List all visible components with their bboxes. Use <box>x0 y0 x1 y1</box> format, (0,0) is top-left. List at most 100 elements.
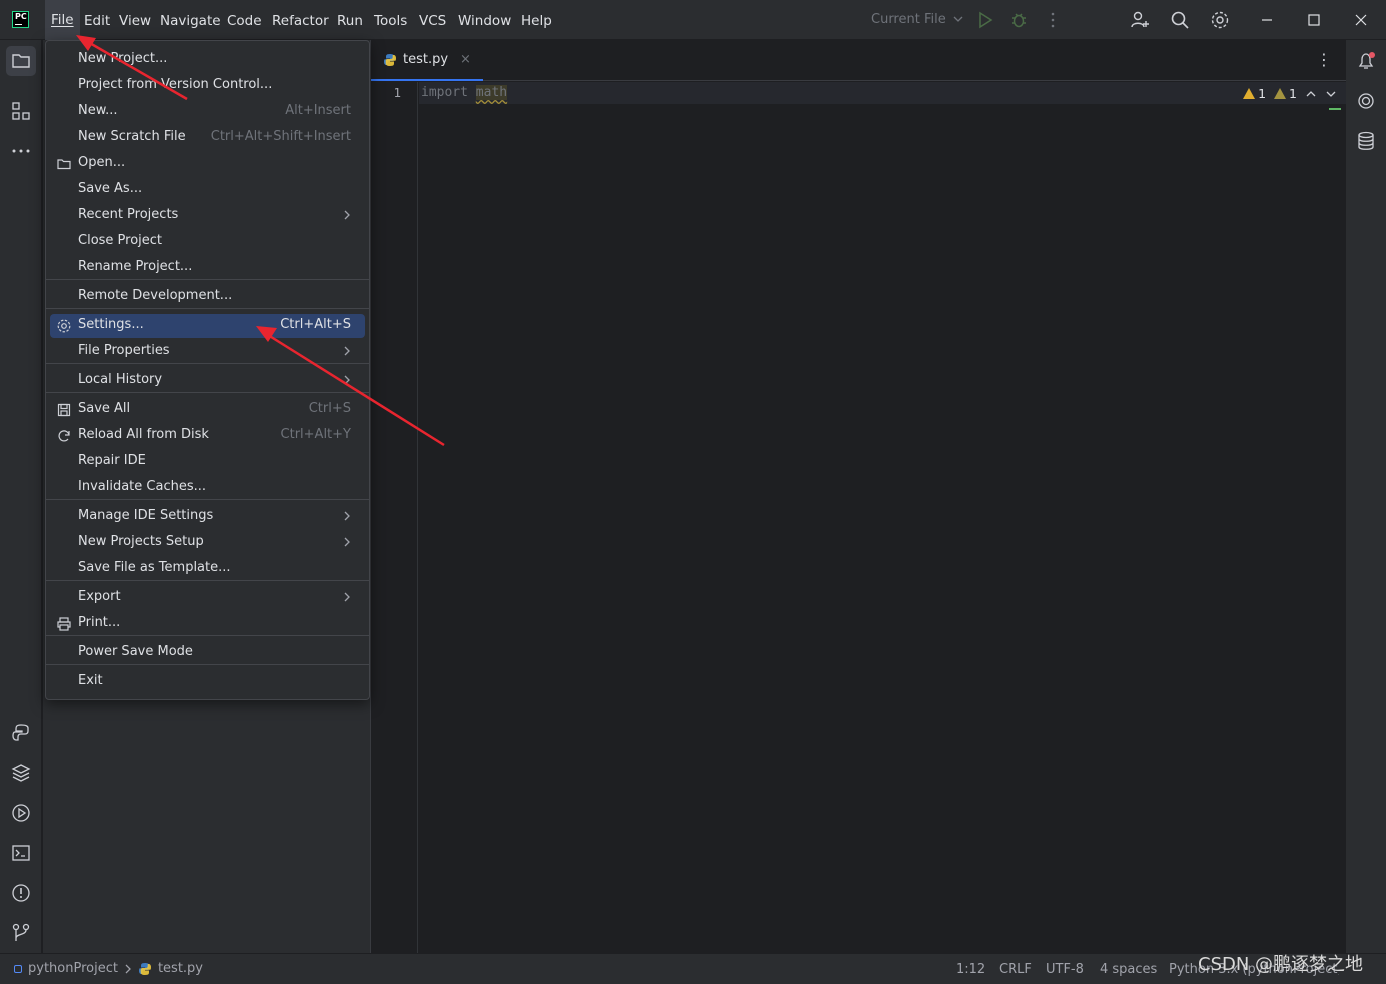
warnings-count[interactable]: 1 <box>1243 86 1266 101</box>
tab-test-py[interactable]: test.py × <box>371 40 483 81</box>
submenu-chevron-right-icon <box>344 511 350 521</box>
more-horizontal-icon[interactable] <box>10 140 32 162</box>
menu-help[interactable]: Help <box>521 12 552 30</box>
folder-icon <box>12 54 30 68</box>
file-menu: New Project... Project from Version Contr… <box>45 40 370 700</box>
menu-item-exit[interactable]: Exit <box>50 670 365 694</box>
menu-item-open[interactable]: Open... <box>50 152 365 176</box>
menu-item-reload-all-from-disk[interactable]: Reload All from Disk Ctrl+Alt+Y <box>50 424 365 448</box>
menu-item-remote-development[interactable]: Remote Development... <box>50 285 365 309</box>
code-keyword: import <box>421 85 468 100</box>
reload-icon <box>58 430 70 442</box>
close-icon[interactable] <box>1351 10 1371 30</box>
submenu-chevron-right-icon <box>344 537 350 547</box>
scrollbar-marker <box>1329 108 1341 110</box>
add-user-icon[interactable] <box>1130 10 1150 30</box>
menu-item-rename-project[interactable]: Rename Project... <box>50 256 365 280</box>
left-tool-strip <box>0 40 42 953</box>
structure-icon[interactable] <box>10 100 32 122</box>
project-tool-button[interactable] <box>6 46 36 76</box>
menu-item-new-projects-setup[interactable]: New Projects Setup <box>50 531 365 555</box>
menu-item-close-project[interactable]: Close Project <box>50 230 365 254</box>
tab-close-icon[interactable]: × <box>460 52 471 67</box>
menu-item-print[interactable]: Print... <box>50 612 365 636</box>
right-tool-strip <box>1345 40 1386 953</box>
database-icon[interactable] <box>1355 130 1377 152</box>
menu-file[interactable]: File <box>45 0 80 40</box>
chevron-right-icon <box>125 964 131 973</box>
indent-setting[interactable]: 4 spaces <box>1100 962 1157 977</box>
next-highlight-icon[interactable] <box>1325 89 1337 99</box>
menu-item-power-save-mode[interactable]: Power Save Mode <box>50 641 365 665</box>
menu-code[interactable]: Code <box>227 12 262 30</box>
menu-vcs[interactable]: VCS <box>419 12 446 30</box>
ai-assistant-icon[interactable] <box>1355 90 1377 112</box>
weak-warnings-count[interactable]: 1 <box>1274 86 1297 101</box>
run-config-selector[interactable]: Current File <box>871 12 963 27</box>
python-file-icon <box>138 962 151 975</box>
minimize-icon[interactable] <box>1257 10 1277 30</box>
menu-item-label: Save File as Template... <box>78 560 231 575</box>
menu-separator <box>46 363 369 364</box>
menu-item-file-properties[interactable]: File Properties <box>50 340 365 364</box>
menu-item-label: Open... <box>78 155 126 170</box>
menu-item-save-as[interactable]: Save As... <box>50 178 365 202</box>
menu-item-label: Save All <box>78 401 131 416</box>
services-icon[interactable] <box>10 802 32 824</box>
menu-item-project-from-version-control[interactable]: Project from Version Control... <box>50 74 365 98</box>
menu-item-settings[interactable]: Settings... Ctrl+Alt+S <box>50 314 365 338</box>
menu-item-manage-ide-settings[interactable]: Manage IDE Settings <box>50 505 365 529</box>
menu-item-label: Save As... <box>78 181 143 196</box>
menu-item-label: Repair IDE <box>78 453 146 468</box>
submenu-chevron-right-icon <box>344 592 350 602</box>
previous-highlight-icon[interactable] <box>1305 89 1317 99</box>
line-number-gutter: 1 <box>371 82 418 953</box>
menu-item-label: New Projects Setup <box>78 534 204 549</box>
terminal-icon[interactable] <box>10 842 32 864</box>
menu-item-save-file-as-template[interactable]: Save File as Template... <box>50 557 365 581</box>
problems-icon[interactable] <box>10 882 32 904</box>
settings-gear-icon[interactable] <box>1210 10 1230 30</box>
menu-item-save-all[interactable]: Save All Ctrl+S <box>50 398 365 422</box>
menu-separator <box>46 635 369 636</box>
more-vertical-icon[interactable] <box>1043 10 1063 30</box>
save-icon <box>57 403 71 417</box>
search-icon[interactable] <box>1170 10 1190 30</box>
tab-options-more-icon[interactable]: ⋮ <box>1316 52 1332 68</box>
debug-icon[interactable] <box>1009 10 1029 30</box>
menu-separator <box>46 279 369 280</box>
caret-position[interactable]: 1:12 <box>956 962 985 977</box>
line-separator[interactable]: CRLF <box>999 962 1032 977</box>
menu-tools[interactable]: Tools <box>374 12 407 30</box>
breadcrumb-file[interactable]: test.py <box>158 961 203 976</box>
menu-item-label: New Project... <box>78 51 168 66</box>
breadcrumb-project[interactable]: pythonProject <box>28 961 118 976</box>
menu-navigate[interactable]: Navigate <box>160 12 221 30</box>
inspection-widget[interactable]: 1 1 <box>1243 86 1337 101</box>
maximize-icon[interactable] <box>1304 10 1324 30</box>
menu-refactor[interactable]: Refactor <box>272 12 329 30</box>
menu-item-new[interactable]: New... Alt+Insert <box>50 100 365 124</box>
menu-item-new-scratch-file[interactable]: New Scratch File Ctrl+Alt+Shift+Insert <box>50 126 365 150</box>
menu-view[interactable]: View <box>119 12 151 30</box>
menu-item-invalidate-caches[interactable]: Invalidate Caches... <box>50 476 365 500</box>
menu-edit[interactable]: Edit <box>84 12 110 30</box>
git-branch-icon[interactable] <box>10 922 32 944</box>
menu-item-repair-ide[interactable]: Repair IDE <box>50 450 365 474</box>
menu-item-export[interactable]: Export <box>50 586 365 610</box>
menu-item-new-project[interactable]: New Project... <box>50 48 365 72</box>
file-encoding[interactable]: UTF-8 <box>1046 962 1084 977</box>
status-bar: pythonProject test.py 1:12 CRLF UTF-8 4 … <box>0 953 1386 984</box>
menu-run[interactable]: Run <box>337 12 363 30</box>
editor-area[interactable]: test.py × ⋮ 1 import math 1 1 <box>370 40 1346 953</box>
menu-separator <box>46 580 369 581</box>
layers-icon[interactable] <box>10 762 32 784</box>
menu-item-recent-projects[interactable]: Recent Projects <box>50 204 365 228</box>
menu-item-label: Settings... <box>78 317 144 332</box>
menu-item-local-history[interactable]: Local History <box>50 369 365 393</box>
notifications-bell-icon[interactable] <box>1355 50 1377 72</box>
run-icon[interactable] <box>975 10 995 30</box>
python-console-icon[interactable] <box>10 722 32 744</box>
code-line-1[interactable]: import math <box>421 85 508 100</box>
menu-window[interactable]: Window <box>458 12 511 30</box>
